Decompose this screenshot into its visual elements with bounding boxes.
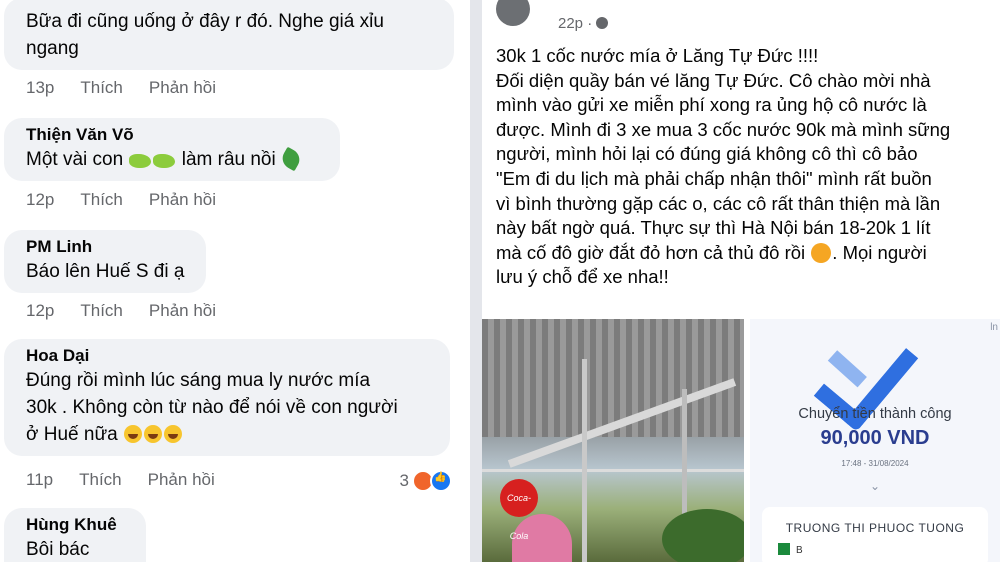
like-link[interactable]: Thích <box>80 301 123 321</box>
like-link[interactable]: Thích <box>79 470 122 490</box>
bank-icon <box>778 543 790 555</box>
post-panel: 22p · 30k 1 cốc nước mía ở Lăng Tự Đức !… <box>482 0 1000 562</box>
crying-cat-icon <box>811 242 832 263</box>
comment-time[interactable]: 12p <box>26 190 54 210</box>
receipt-title: Chuyển tiền thành công <box>798 406 952 422</box>
post-line: người, mình hỏi lại có đúng giá không cô… <box>496 143 918 165</box>
receipt-amount: 90,000 VND <box>820 427 930 449</box>
receipt-datetime: 17:48 - 31/08/2024 <box>841 459 909 468</box>
reply-link[interactable]: Phản hồi <box>149 78 216 98</box>
like-link[interactable]: Thích <box>80 78 123 98</box>
recipient-bank: B <box>778 543 803 556</box>
comment-actions: 12p Thích Phản hồi <box>26 190 216 210</box>
post-text: 30k 1 cốc nước mía ở Lăng Tự Đức !!!! Đố… <box>496 44 996 290</box>
comment-text-line: 30k . Không còn từ nào để nói về con ngư… <box>26 397 398 418</box>
comment-bubble: Bữa đi cũng uống ở đây r đó. Nghe giá xỉ… <box>4 0 454 70</box>
post-line: mình vào gửi xe miễn phí xong ra ủng hộ … <box>496 94 927 116</box>
post-time[interactable]: 22p · <box>558 15 592 32</box>
commenter-name[interactable]: Hùng Khuê <box>26 514 132 536</box>
comment-time[interactable]: 11p <box>26 470 53 490</box>
post-photo[interactable]: Coca-Cola <box>482 319 744 562</box>
recipient-name: TRUONG THI PHUOC TUONG <box>785 521 965 535</box>
commenter-name[interactable]: Hoa Dại <box>26 345 436 367</box>
comment-text: Một vài con làm râu nồi <box>26 146 326 173</box>
post-line: vì bình thường gặp các o, các cô rất thâ… <box>496 192 941 214</box>
laughing-face-icon <box>144 425 163 443</box>
laughing-face-icon <box>164 425 183 443</box>
post-line: mà cố đô giờ đắt đỏ hơn cả thủ đô rồi . … <box>496 241 927 263</box>
like-reaction-icon <box>430 470 452 492</box>
comment-bubble: Thiện Văn Võ Một vài con làm râu nồi <box>4 118 340 181</box>
like-link[interactable]: Thích <box>80 190 123 210</box>
post-meta: 22p · <box>558 15 609 32</box>
post-line: này bất ngờ quá. Thực sự thì Hà Nội bán … <box>496 217 931 239</box>
leafy-green-icon <box>278 146 304 172</box>
caterpillar-icon <box>153 154 176 168</box>
tree <box>662 509 744 562</box>
reply-link[interactable]: Phản hồi <box>149 301 216 321</box>
comment-bubble: PM Linh Báo lên Huế S đi ạ <box>4 230 206 293</box>
comment-text: Báo lên Huế S đi ạ <box>26 261 185 282</box>
comments-panel: Bữa đi cũng uống ở đây r đó. Nghe giá xỉ… <box>0 0 470 562</box>
comment-actions: 11p Thích Phản hồi <box>26 470 215 490</box>
comment-bubble: Hùng Khuê Bôi bác <box>4 508 146 562</box>
post-line: "Em đi du lịch mà phải chấp nhận thôi" m… <box>496 167 932 189</box>
coca-cola-sign: Coca-Cola <box>500 479 538 541</box>
post-line: được. Mình đi 3 xe mua 3 cốc nước 90k mà… <box>496 118 951 140</box>
reply-link[interactable]: Phản hồi <box>148 470 215 490</box>
commenter-name[interactable]: PM Linh <box>26 236 192 258</box>
comment-actions: 12p Thích Phản hồi <box>26 301 216 321</box>
chevron-down-icon: ⌄ <box>869 479 881 493</box>
comment-bubble: Hoa Dại Đúng rồi mình lúc sáng mua ly nư… <box>4 339 450 456</box>
comment-time[interactable]: 12p <box>26 301 54 321</box>
comment-text-line: Đúng rồi mình lúc sáng mua ly nước mía <box>26 370 371 391</box>
reply-link[interactable]: Phản hồi <box>149 190 216 210</box>
post-line: lưu ý chỗ để xe nha!! <box>496 266 669 288</box>
roof-truss <box>482 469 744 472</box>
recipient-card: TRUONG THI PHUOC TUONG B <box>762 507 988 562</box>
caterpillar-icon <box>129 154 152 168</box>
comment-actions: 13p Thích Phản hồi <box>26 78 216 98</box>
post-headline: 30k 1 cốc nước mía ở Lăng Tự Đức !!!! <box>496 45 819 66</box>
comment-text-line: ở Huế nữa <box>26 421 436 448</box>
reaction-count: 3 <box>399 471 409 490</box>
post-line: Đối diện quầy bán vé lăng Tự Đức. Cô chà… <box>496 69 931 91</box>
comment-text: Bữa đi cũng uống ở đây r đó. Nghe giá xỉ… <box>26 11 384 59</box>
laughing-face-icon <box>124 425 143 443</box>
commenter-name[interactable]: Thiện Văn Võ <box>26 124 326 146</box>
globe-icon <box>596 17 609 29</box>
avatar[interactable] <box>496 0 530 26</box>
comment-text: Bôi bác <box>26 539 90 560</box>
panel-divider <box>470 0 482 562</box>
reaction-summary[interactable]: 3 <box>400 470 452 492</box>
bank-logo: ln <box>990 322 998 333</box>
metal-roof <box>482 319 744 437</box>
transfer-receipt-image[interactable]: ln Chuyển tiền thành công 90,000 VND 17:… <box>750 319 1000 562</box>
roof-pillar <box>582 359 587 562</box>
comment-time[interactable]: 13p <box>26 78 54 98</box>
